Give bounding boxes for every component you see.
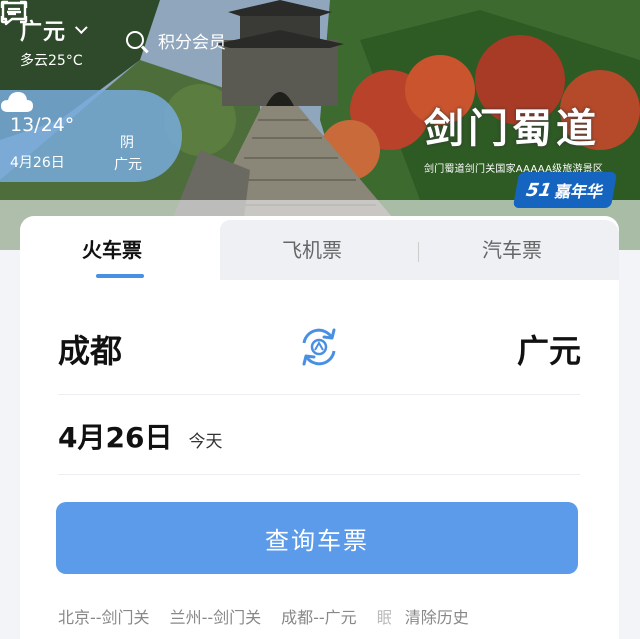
- search-history: 北京--剑门关 兰州--剑门关 成都--广元 眠 清除历史: [58, 604, 598, 628]
- weather-card[interactable]: 13/24° 4月26日 阴 广元: [0, 90, 182, 182]
- relative-date-label: 今天: [188, 432, 223, 452]
- divider: [58, 394, 580, 395]
- banner-title: 剑门蜀道: [424, 105, 600, 152]
- booking-card: 火车票 飞机票 汽车票 成都 广元 4月26日 今天 查询车票 北京--剑门关 …: [20, 216, 619, 639]
- hero-banner[interactable]: 广元 多云25°C 积分会员 13/24° 4月26日 阴 广元 剑门蜀道 剑门…: [0, 0, 640, 250]
- badge-number: 51: [524, 179, 554, 201]
- cloud-icon: [1, 92, 33, 112]
- weather-city: 广元: [114, 157, 142, 173]
- ticket-tabs: 火车票 飞机票 汽车票: [20, 216, 619, 280]
- history-item-clipped[interactable]: 眠: [377, 604, 391, 628]
- date-selector[interactable]: 4月26日 今天: [58, 416, 222, 456]
- weather-summary: 多云25°C: [20, 53, 83, 69]
- tab-flight-tickets[interactable]: 飞机票: [282, 234, 342, 263]
- weather-date: 4月26日: [10, 155, 65, 171]
- search-bar[interactable]: 积分会员: [112, 18, 322, 62]
- history-item[interactable]: 北京--剑门关: [58, 604, 150, 628]
- search-icon: [126, 31, 144, 49]
- carnival-badge: 51 嘉年华: [512, 172, 618, 208]
- departure-station[interactable]: 成都: [58, 326, 122, 372]
- tab-divider: [418, 242, 419, 262]
- swap-stations-icon[interactable]: [298, 326, 340, 368]
- history-item[interactable]: 兰州--剑门关: [170, 604, 262, 628]
- tab-bus-tickets[interactable]: 汽车票: [482, 234, 542, 263]
- temperature-range: 13/24°: [10, 114, 75, 136]
- tab-train-tickets[interactable]: 火车票: [82, 234, 142, 263]
- divider: [58, 474, 580, 475]
- clear-history-button[interactable]: 清除历史: [405, 604, 469, 628]
- search-tickets-button[interactable]: 查询车票: [56, 502, 578, 574]
- route-selector: 成都 广元: [20, 312, 619, 382]
- travel-date: 4月26日: [58, 421, 173, 454]
- search-placeholder: 积分会员: [158, 32, 226, 53]
- arrival-station[interactable]: 广元: [517, 326, 581, 372]
- location-selector[interactable]: 广元 多云25°C: [20, 14, 88, 70]
- active-tab-indicator: [96, 274, 144, 278]
- inactive-tabs-background: [220, 220, 619, 280]
- weather-condition: 阴: [120, 135, 134, 151]
- banner-brand: 剑门蜀道 剑门蜀道剑门关国家AAAAA级旅游景区: [424, 96, 603, 175]
- message-icon[interactable]: [0, 0, 28, 26]
- badge-text: 嘉年华: [553, 182, 605, 201]
- history-item[interactable]: 成都--广元: [281, 604, 357, 628]
